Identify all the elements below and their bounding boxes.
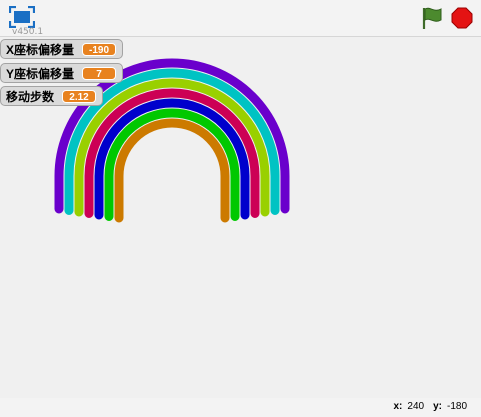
stage[interactable]: X座标偏移量 -190 Y座标偏移量 7 移动步数 2.12 [0, 36, 481, 399]
x-label: x: [393, 401, 403, 412]
variable-monitor-y-offset[interactable]: Y座标偏移量 7 [0, 63, 124, 83]
monitor-value: 2.12 [62, 89, 97, 103]
stop-icon[interactable] [451, 7, 473, 29]
mouse-coordinates: x: 240 y: -180 [393, 401, 467, 412]
monitor-label: 移动步数 [6, 89, 55, 104]
variable-monitor-step[interactable]: 移动步数 2.12 [0, 86, 104, 106]
green-flag-icon[interactable] [421, 6, 443, 30]
fullscreen-icon[interactable] [9, 6, 35, 28]
rainbow-arc [104, 108, 240, 221]
variable-monitor-x-offset[interactable]: X座标偏移量 -190 [0, 39, 124, 59]
y-value: -180 [446, 401, 467, 412]
monitor-value: -190 [82, 42, 117, 56]
status-bar: x: 240 y: -180 [0, 398, 481, 417]
stage-header: v450.1 [0, 0, 481, 37]
y-label: y: [433, 401, 442, 412]
monitor-label: X座标偏移量 [6, 42, 75, 57]
monitor-value: 7 [82, 66, 117, 80]
monitor-label: Y座标偏移量 [6, 66, 75, 81]
x-value: 240 [407, 401, 425, 412]
rainbow-arc [114, 118, 230, 223]
